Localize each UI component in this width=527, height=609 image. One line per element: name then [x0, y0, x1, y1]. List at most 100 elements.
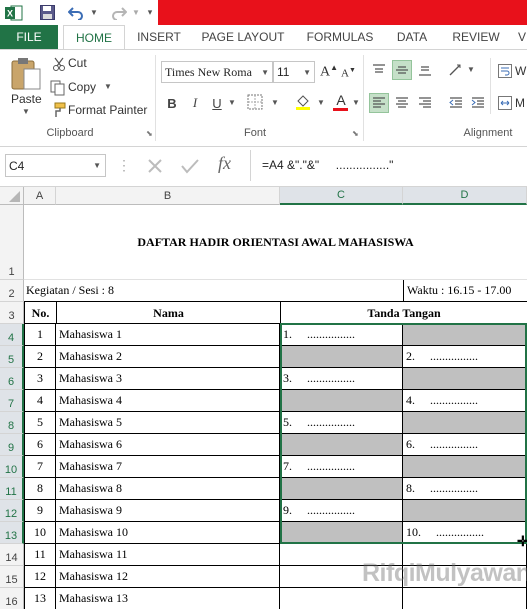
wrap-text-label[interactable]: W [515, 64, 526, 78]
header-no[interactable]: No. [24, 302, 56, 324]
cut-icon[interactable] [52, 57, 66, 71]
row-header[interactable]: 4 [0, 324, 24, 346]
undo-dropdown-icon[interactable]: ▼ [89, 3, 99, 22]
column-header-c[interactable]: C [280, 187, 403, 205]
header-tanda-tangan[interactable]: Tanda Tangan [280, 302, 527, 324]
cell-nama[interactable]: Mahasiswa 13 [56, 588, 280, 609]
kegiatan-cell[interactable]: Kegiatan / Sesi : 8 [26, 280, 402, 301]
cell-signature-d[interactable] [403, 324, 527, 346]
row-header[interactable]: 16 [0, 588, 24, 609]
cell-signature-d[interactable] [403, 456, 527, 478]
align-bottom-icon[interactable] [415, 60, 435, 80]
paste-dropdown-icon[interactable]: ▼ [22, 107, 30, 116]
waktu-cell[interactable]: Waktu : 16.15 - 17.00 [403, 280, 527, 301]
font-color-button[interactable]: A [331, 92, 351, 112]
borders-icon[interactable] [247, 94, 265, 112]
cell-signature-d[interactable]: 6. ................ [403, 434, 527, 456]
paste-icon[interactable] [8, 55, 44, 93]
cell-no[interactable]: 9 [24, 500, 56, 522]
cell-signature-c[interactable]: 9. ................ [280, 500, 403, 522]
cell-no[interactable]: 7 [24, 456, 56, 478]
cell-no[interactable]: 6 [24, 434, 56, 456]
column-header-b[interactable]: B [56, 187, 280, 205]
cell-signature-c[interactable] [280, 478, 403, 500]
orientation-dropdown-icon[interactable]: ▼ [467, 65, 475, 74]
shrink-font-button[interactable]: A▼ [341, 66, 356, 80]
cell-nama[interactable]: Mahasiswa 10 [56, 522, 280, 544]
fill-color-icon[interactable] [294, 93, 314, 113]
cell-no[interactable]: 2 [24, 346, 56, 368]
clipboard-launcher-icon[interactable]: ⬊ [146, 129, 153, 138]
row-header[interactable]: 9 [0, 434, 24, 456]
row-header[interactable]: 13 [0, 522, 24, 544]
column-header-a[interactable]: A [24, 187, 56, 205]
cell-nama[interactable]: Mahasiswa 7 [56, 456, 280, 478]
cell-no[interactable]: 3 [24, 368, 56, 390]
copy-icon[interactable] [50, 80, 66, 96]
cell-nama[interactable]: Mahasiswa 6 [56, 434, 280, 456]
format-painter-icon[interactable] [50, 102, 66, 118]
cell-nama[interactable]: Mahasiswa 3 [56, 368, 280, 390]
tab-insert[interactable]: INSERT [131, 25, 187, 50]
fill-color-dropdown-icon[interactable]: ▼ [317, 98, 325, 107]
borders-dropdown-icon[interactable]: ▼ [271, 98, 279, 107]
formula-input[interactable]: =A4 &"."&" ................" [262, 158, 393, 172]
cell-signature-c[interactable] [280, 346, 403, 368]
decrease-indent-icon[interactable] [446, 93, 466, 113]
cell-signature-c[interactable]: 7. ................ [280, 456, 403, 478]
align-left-icon[interactable] [369, 93, 389, 113]
cell-signature-c[interactable]: 3. ................ [280, 368, 403, 390]
row-header[interactable]: 12 [0, 500, 24, 522]
row-header[interactable]: 7 [0, 390, 24, 412]
undo-icon[interactable] [65, 3, 87, 22]
align-center-icon[interactable] [392, 93, 412, 113]
tab-page-layout[interactable]: PAGE LAYOUT [196, 25, 290, 50]
font-color-dropdown-icon[interactable]: ▼ [352, 98, 360, 107]
tab-view[interactable]: V [515, 25, 527, 50]
paste-button[interactable]: Paste [11, 92, 45, 106]
row-header[interactable]: 14 [0, 544, 24, 566]
save-icon[interactable] [37, 3, 57, 22]
cell-no[interactable]: 10 [24, 522, 56, 544]
wrap-text-icon[interactable] [498, 64, 512, 78]
column-header-d[interactable]: D [403, 187, 527, 205]
cell-signature-d[interactable]: 8. ................ [403, 478, 527, 500]
increase-indent-icon[interactable] [468, 93, 488, 113]
tab-data[interactable]: DATA [388, 25, 436, 50]
cell-signature-c[interactable] [280, 390, 403, 412]
cut-button[interactable]: Cut [68, 56, 87, 70]
select-all-corner[interactable] [0, 187, 24, 205]
row-header[interactable]: 15 [0, 566, 24, 588]
cell-signature-d[interactable]: 10. ................ [403, 522, 527, 544]
customize-icon[interactable]: ▾ [145, 3, 155, 22]
enter-icon[interactable] [178, 154, 202, 178]
cell-signature-d[interactable]: 2. ................ [403, 346, 527, 368]
merge-center-label[interactable]: M [515, 96, 525, 110]
copy-button[interactable]: Copy [68, 80, 96, 94]
sheet-title[interactable]: DAFTAR HADIR ORIENTASI AWAL MAHASISWA [24, 205, 527, 280]
grow-font-button[interactable]: A▲ [320, 63, 338, 81]
redo-dropdown-icon[interactable]: ▼ [131, 3, 141, 22]
cell-signature-d[interactable] [403, 588, 527, 609]
row-header[interactable]: 10 [0, 456, 24, 478]
cell-no[interactable]: 13 [24, 588, 56, 609]
tab-formulas[interactable]: FORMULAS [300, 25, 380, 50]
cell-no[interactable]: 4 [24, 390, 56, 412]
fx-icon[interactable]: fx [218, 153, 231, 174]
cell-nama[interactable]: Mahasiswa 11 [56, 544, 280, 566]
cell-nama[interactable]: Mahasiswa 2 [56, 346, 280, 368]
cell-signature-d[interactable] [403, 368, 527, 390]
font-family-select[interactable]: Times New Roma ▼ [161, 61, 273, 83]
row-header[interactable]: 5 [0, 346, 24, 368]
underline-button[interactable]: U [207, 93, 227, 113]
header-nama[interactable]: Nama [56, 302, 280, 324]
cell-nama[interactable]: Mahasiswa 1 [56, 324, 280, 346]
orientation-icon[interactable] [446, 60, 466, 80]
cell-signature-c[interactable]: 1. ................ [280, 324, 403, 346]
copy-dropdown-icon[interactable]: ▼ [104, 82, 112, 91]
merge-center-icon[interactable] [498, 96, 512, 110]
cell-no[interactable]: 8 [24, 478, 56, 500]
row-header-2[interactable]: 2 [0, 280, 24, 302]
font-launcher-icon[interactable]: ⬊ [352, 129, 359, 138]
align-right-icon[interactable] [415, 93, 435, 113]
